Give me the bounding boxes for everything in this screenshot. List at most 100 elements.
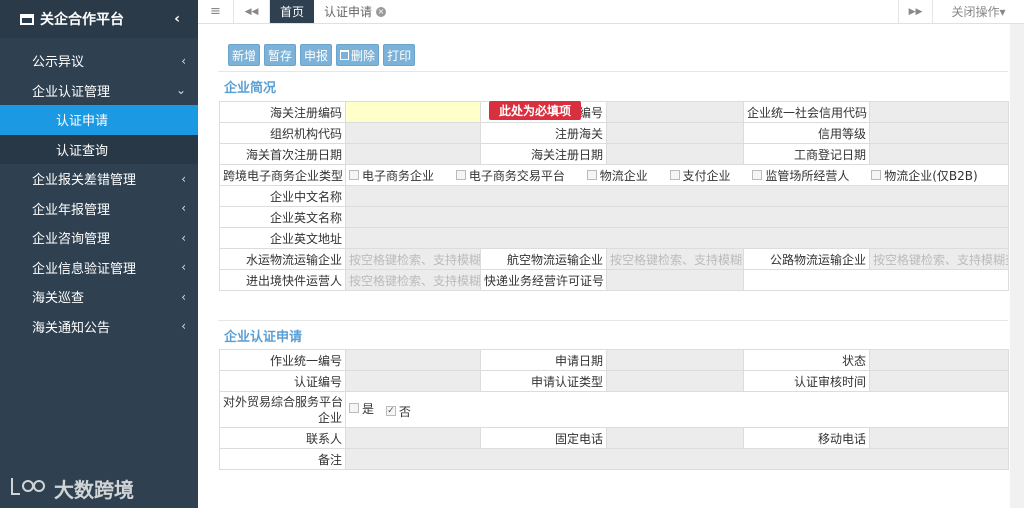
credit-code-input[interactable] <box>869 101 1009 123</box>
field-label: 备注 <box>219 448 346 470</box>
form-row: 海关注册编码 编号 企业统一社会信用代码 <box>219 101 1009 123</box>
save-draft-button[interactable]: 暂存 <box>264 44 297 66</box>
checkbox[interactable] <box>349 170 359 180</box>
field-label: 航空物流运输企业 <box>480 248 607 270</box>
field-label-line: 企业 <box>317 410 342 425</box>
first-reg-date-input[interactable] <box>345 143 481 165</box>
form-row: 跨境电子商务企业类型 电子商务企业 电子商务交易平台 物流企业 支付企业 监管场… <box>219 164 1009 186</box>
checkbox-ecommerce-platform[interactable]: 电子商务交易平台 <box>455 167 565 184</box>
field-label: 海关注册编码 <box>219 101 346 123</box>
phone-input[interactable] <box>606 427 744 449</box>
number-input[interactable] <box>606 101 744 123</box>
company-name-en-input[interactable] <box>345 206 1009 228</box>
checkbox-logistics[interactable]: 物流企业 <box>586 167 648 184</box>
air-transport-search-input[interactable]: 按空格键检索、支持模糊查询 <box>606 248 744 270</box>
checkbox[interactable] <box>349 403 359 413</box>
sidebar-item-label: 海关通知公告 <box>32 320 111 336</box>
field-label: 海关首次注册日期 <box>219 143 346 165</box>
sidebar-item-customs-inspection[interactable]: 海关巡查 ‹ <box>0 282 198 312</box>
checkbox-supervised-site[interactable]: 监管场所经营人 <box>752 167 849 184</box>
status-input[interactable] <box>869 349 1009 371</box>
sidebar-item-info-verification[interactable]: 企业信息验证管理 ‹ <box>0 253 198 283</box>
option-label: 是 <box>362 401 375 416</box>
tabs-next-icon[interactable]: ▶▶ <box>898 0 932 23</box>
brand-header[interactable]: 关企合作平台 ‹ <box>0 0 198 38</box>
checkbox[interactable] <box>455 170 466 180</box>
field-label: 企业英文地址 <box>219 227 346 249</box>
chevron-left-icon: ‹ <box>181 260 186 275</box>
form-row: 进出境快件运营人 按空格键检索、支持模糊查询 快递业务经营许可证号 <box>219 269 1009 291</box>
radio-no[interactable]: ✓ 否 <box>385 403 411 420</box>
field-label: 工商登记日期 <box>743 143 870 165</box>
sidebar-item-public-objection[interactable]: 公示异议 ‹ <box>0 46 198 76</box>
chevron-left-icon[interactable]: ‹ <box>174 11 180 27</box>
sidebar-item-label: 企业信息验证管理 <box>32 261 137 277</box>
cert-number-input[interactable] <box>345 370 481 392</box>
express-operator-search-input[interactable]: 按空格键检索、支持模糊查询 <box>345 269 481 291</box>
business-reg-date-input[interactable] <box>869 143 1009 165</box>
sidebar-item-consulting[interactable]: 企业咨询管理 ‹ <box>0 223 198 253</box>
field-label: 认证编号 <box>219 370 346 392</box>
field-label: 信用等级 <box>743 122 870 144</box>
submit-button[interactable]: 申报 <box>300 44 333 66</box>
radio-yes[interactable]: 是 <box>349 400 374 417</box>
contact-input[interactable] <box>345 427 481 449</box>
new-button[interactable]: 新增 <box>228 44 261 66</box>
form-row: 企业英文地址 <box>219 227 1009 249</box>
checkbox-label: 物流企业(仅B2B) <box>884 168 978 183</box>
sidebar-subitem-cert-apply[interactable]: 认证申请 <box>0 105 198 135</box>
checkbox-payment[interactable]: 支付企业 <box>669 167 731 184</box>
close-operations-dropdown[interactable]: 关闭操作▾ <box>932 0 1024 23</box>
sidebar-item-customs-notice[interactable]: 海关通知公告 ‹ <box>0 312 198 342</box>
sidebar-item-label: 企业咨询管理 <box>32 232 111 248</box>
checkbox-ecommerce-enterprise[interactable]: 电子商务企业 <box>349 167 434 184</box>
form-row: 组织机构代码 注册海关 信用等级 <box>219 122 1009 144</box>
reg-customs-input[interactable] <box>606 122 744 144</box>
org-code-input[interactable] <box>345 122 481 144</box>
empty-cell <box>743 269 1009 291</box>
sidebar-subitem-cert-query[interactable]: 认证查询 <box>0 134 198 164</box>
checkbox[interactable] <box>752 170 763 180</box>
job-number-input[interactable] <box>345 349 481 371</box>
review-time-input[interactable] <box>869 370 1009 392</box>
sidebar-item-annual-report[interactable]: 企业年报管理 ‹ <box>0 194 198 224</box>
delete-button[interactable]: 删除 <box>336 44 380 66</box>
checkmark-icon[interactable]: ✓ <box>385 406 396 416</box>
reg-date-input[interactable] <box>606 143 744 165</box>
overview-form: 海关注册编码 编号 企业统一社会信用代码 组织机构代码 注册海关 信用等级 海关… <box>219 101 1009 291</box>
sidebar-item-label: 认证申请 <box>56 114 109 130</box>
express-license-input[interactable] <box>606 269 744 291</box>
tab-home[interactable]: 首页 <box>270 0 315 23</box>
company-address-en-input[interactable] <box>345 227 1009 249</box>
field-label: 快递业务经营许可证号 <box>480 269 607 291</box>
form-row: 对外贸易综合服务平台 企业 是 ✓ 否 <box>219 391 1009 428</box>
checkbox[interactable] <box>871 170 882 180</box>
credit-level-input[interactable] <box>869 122 1009 144</box>
water-transport-search-input[interactable]: 按空格键检索、支持模糊查询 <box>345 248 481 270</box>
apply-date-input[interactable] <box>606 349 744 371</box>
close-tab-icon[interactable]: × <box>376 6 387 17</box>
checkbox-label: 电子商务交易平台 <box>468 168 565 183</box>
field-label: 海关注册日期 <box>480 143 607 165</box>
vertical-scrollbar[interactable] <box>1010 24 1024 508</box>
print-button[interactable]: 打印 <box>383 44 416 66</box>
sidebar-item-declaration-errors[interactable]: 企业报关差错管理 ‹ <box>0 164 198 194</box>
window-icon <box>20 13 34 25</box>
checkbox[interactable] <box>669 170 680 180</box>
option-label: 否 <box>398 404 411 419</box>
mobile-input[interactable] <box>869 427 1009 449</box>
cert-type-input[interactable] <box>606 370 744 392</box>
checkbox-logistics-b2b[interactable]: 物流企业(仅B2B) <box>871 167 978 184</box>
tabs-prev-icon[interactable]: ◀◀ <box>234 0 270 23</box>
menu-toggle-icon[interactable]: ≡ <box>198 0 234 23</box>
form-row: 联系人 固定电话 移动电话 <box>219 427 1009 449</box>
tab-cert-apply[interactable]: 认证申请 × <box>314 0 396 23</box>
customs-reg-code-input[interactable] <box>345 101 481 123</box>
sidebar-item-cert-management[interactable]: 企业认证管理 ⌄ <box>0 76 198 106</box>
remarks-input[interactable] <box>345 448 1009 470</box>
road-transport-search-input[interactable]: 按空格键检索、支持模糊查询 <box>869 248 1009 270</box>
checkbox[interactable] <box>586 170 597 180</box>
sidebar-item-label: 企业认证管理 <box>32 84 111 100</box>
sidebar-item-label: 企业报关差错管理 <box>32 173 137 189</box>
company-name-cn-input[interactable] <box>345 185 1009 207</box>
